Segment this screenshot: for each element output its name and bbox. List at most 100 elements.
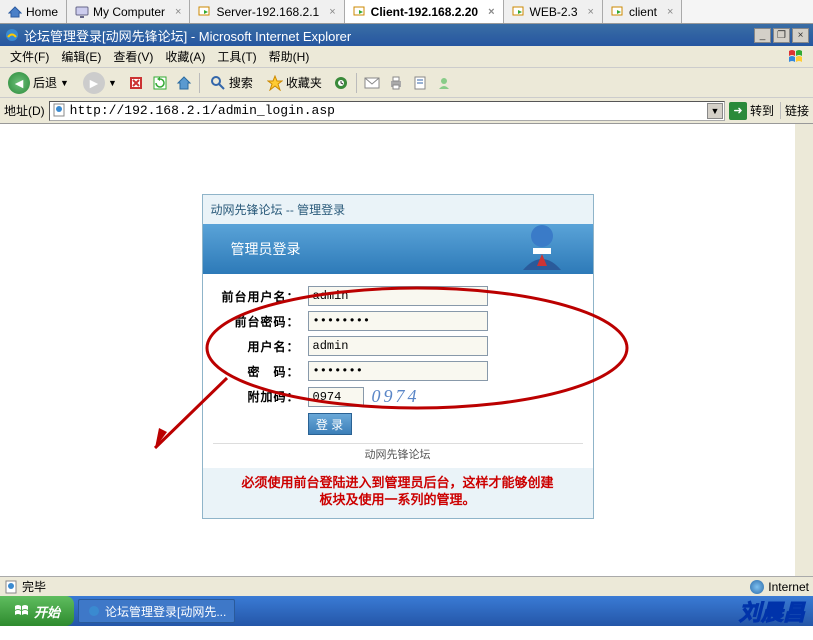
admin-avatar-icon bbox=[513, 218, 571, 276]
input-pwd[interactable] bbox=[308, 361, 488, 381]
login-footer: 动网先锋论坛 bbox=[213, 443, 583, 462]
status-text: 完毕 bbox=[22, 578, 46, 595]
address-label: 地址(D) bbox=[4, 102, 45, 119]
refresh-button[interactable] bbox=[151, 74, 169, 92]
page-icon bbox=[52, 103, 66, 117]
taskbar: 开始 论坛管理登录[动网先... 刘晨昌 bbox=[0, 596, 813, 626]
favorites-label: 收藏夹 bbox=[286, 74, 322, 91]
login-panel: 动网先锋论坛 -- 管理登录 管理员登录 前台用户名： 前台密码： 用户名： 密… bbox=[202, 194, 594, 519]
label-captcha: 附加码： bbox=[213, 388, 308, 405]
vm-tab-server[interactable]: Server-192.168.2.1 × bbox=[190, 0, 344, 23]
menu-edit[interactable]: 编辑(E) bbox=[55, 46, 107, 67]
annotation-note: 必须使用前台登陆进入到管理员后台，这样才能够创建 板块及使用一系列的管理。 bbox=[203, 468, 593, 518]
address-dropdown[interactable]: ▼ bbox=[707, 103, 723, 119]
close-icon[interactable]: × bbox=[175, 6, 181, 18]
vm-icon bbox=[353, 6, 367, 18]
login-header: 管理员登录 bbox=[203, 224, 593, 274]
windows-logo-icon bbox=[14, 604, 30, 618]
history-button[interactable] bbox=[332, 74, 350, 92]
separator bbox=[356, 73, 357, 93]
separator bbox=[199, 73, 200, 93]
minimize-button[interactable]: _ bbox=[754, 28, 771, 43]
stop-button[interactable] bbox=[127, 74, 145, 92]
vm-tab-bar: Home My Computer × Server-192.168.2.1 × … bbox=[0, 0, 813, 24]
zone-label: Internet bbox=[768, 580, 809, 594]
menu-help[interactable]: 帮助(H) bbox=[263, 46, 316, 67]
vm-tab-label: Home bbox=[26, 5, 58, 19]
chevron-down-icon: ▼ bbox=[108, 78, 117, 88]
menu-tools[interactable]: 工具(T) bbox=[211, 46, 262, 67]
menu-view[interactable]: 查看(V) bbox=[107, 46, 159, 67]
task-label: 论坛管理登录[动网先... bbox=[105, 603, 226, 620]
monitor-icon bbox=[75, 6, 89, 18]
chevron-down-icon: ▼ bbox=[60, 78, 69, 88]
forward-arrow-icon: ► bbox=[83, 72, 105, 94]
vm-tab-client2[interactable]: client × bbox=[603, 0, 682, 23]
captcha-image[interactable]: 0974 bbox=[372, 386, 420, 407]
start-button[interactable]: 开始 bbox=[0, 596, 74, 626]
windows-flag-icon bbox=[787, 48, 809, 66]
close-icon[interactable]: × bbox=[329, 6, 335, 18]
back-arrow-icon: ◄ bbox=[8, 72, 30, 94]
address-bar: 地址(D) ▼ ➜ 转到 链接 bbox=[0, 98, 813, 124]
close-icon[interactable]: × bbox=[488, 6, 494, 18]
edit-button[interactable] bbox=[411, 74, 429, 92]
favorites-button[interactable]: 收藏夹 bbox=[263, 72, 326, 93]
note-line2: 板块及使用一系列的管理。 bbox=[319, 492, 475, 507]
search-button[interactable]: 搜索 bbox=[206, 72, 257, 93]
nav-toolbar: ◄ 后退 ▼ ► ▼ 搜索 收藏夹 bbox=[0, 68, 813, 98]
forward-button[interactable]: ► ▼ bbox=[79, 70, 121, 96]
vm-tab-label: My Computer bbox=[93, 5, 165, 19]
print-button[interactable] bbox=[387, 74, 405, 92]
go-button[interactable]: ➜ 转到 bbox=[729, 102, 774, 120]
back-button[interactable]: ◄ 后退 ▼ bbox=[4, 70, 73, 96]
login-header-text: 管理员登录 bbox=[231, 239, 301, 259]
input-front-user[interactable] bbox=[308, 286, 488, 306]
messenger-button[interactable] bbox=[435, 74, 453, 92]
status-bar: 完毕 Internet bbox=[0, 576, 813, 596]
label-front-pwd: 前台密码： bbox=[213, 313, 308, 330]
close-icon[interactable]: × bbox=[667, 6, 673, 18]
home-button[interactable] bbox=[175, 74, 193, 92]
vm-tab-mycomputer[interactable]: My Computer × bbox=[67, 0, 190, 23]
restore-button[interactable]: ❐ bbox=[773, 28, 790, 43]
vm-tab-label: client bbox=[629, 5, 657, 19]
vm-tab-label: Client-192.168.2.20 bbox=[371, 5, 478, 19]
taskbar-item-ie[interactable]: 论坛管理登录[动网先... bbox=[78, 599, 235, 623]
vm-icon bbox=[198, 6, 212, 18]
ie-icon bbox=[4, 27, 20, 43]
start-label: 开始 bbox=[34, 602, 60, 621]
watermark-text: 刘晨昌 bbox=[739, 595, 805, 627]
vm-tab-home[interactable]: Home bbox=[0, 0, 67, 23]
search-icon bbox=[210, 75, 226, 91]
note-line1: 必须使用前台登陆进入到管理员后台，这样才能够创建 bbox=[241, 475, 553, 490]
star-icon bbox=[267, 75, 283, 91]
label-front-user: 前台用户名： bbox=[213, 288, 308, 305]
go-arrow-icon: ➜ bbox=[729, 102, 747, 120]
status-page-icon bbox=[4, 580, 18, 594]
label-pwd: 密 码： bbox=[213, 363, 308, 380]
close-icon[interactable]: × bbox=[588, 6, 594, 18]
home-icon bbox=[8, 6, 22, 18]
internet-zone-icon bbox=[750, 580, 764, 594]
address-input[interactable] bbox=[49, 101, 725, 121]
input-user[interactable] bbox=[308, 336, 488, 356]
input-captcha[interactable] bbox=[308, 387, 364, 407]
vm-tab-client-active[interactable]: Client-192.168.2.20 × bbox=[345, 0, 504, 23]
menu-file[interactable]: 文件(F) bbox=[4, 46, 55, 67]
input-front-pwd[interactable] bbox=[308, 311, 488, 331]
vm-icon bbox=[611, 6, 625, 18]
go-label: 转到 bbox=[750, 102, 774, 119]
vm-tab-label: Server-192.168.2.1 bbox=[216, 5, 319, 19]
links-button[interactable]: 链接 bbox=[780, 102, 809, 119]
menu-bar: 文件(F) 编辑(E) 查看(V) 收藏(A) 工具(T) 帮助(H) bbox=[0, 46, 813, 68]
menu-favorites[interactable]: 收藏(A) bbox=[159, 46, 211, 67]
login-submit-button[interactable]: 登 录 bbox=[308, 413, 352, 435]
mail-button[interactable] bbox=[363, 74, 381, 92]
close-button[interactable]: × bbox=[792, 28, 809, 43]
vm-tab-label: WEB-2.3 bbox=[530, 5, 578, 19]
login-form: 前台用户名： 前台密码： 用户名： 密 码： 附加码： 0974 登 录 动网先… bbox=[203, 274, 593, 468]
vm-tab-web[interactable]: WEB-2.3 × bbox=[504, 0, 603, 23]
search-label: 搜索 bbox=[229, 74, 253, 91]
vm-icon bbox=[512, 6, 526, 18]
